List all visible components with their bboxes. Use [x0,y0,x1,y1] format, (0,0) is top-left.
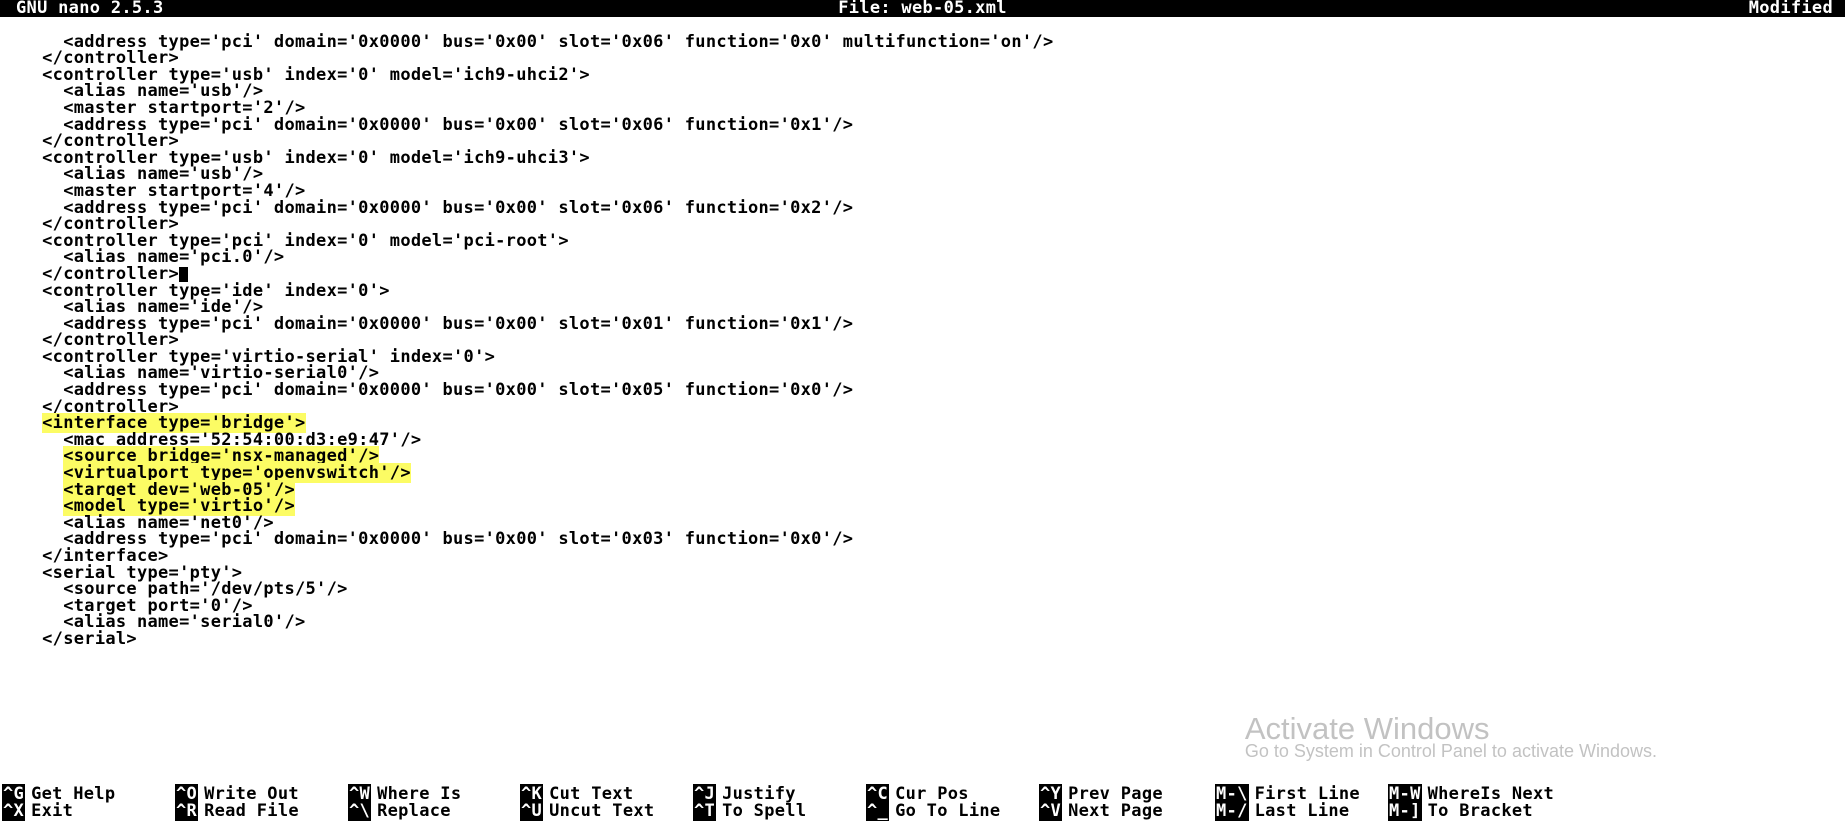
editor-line: <address type='pci' domain='0x0000' bus=… [0,316,1845,333]
shortcut-key: ^V [1039,801,1062,821]
editor-line: <address type='pci' domain='0x0000' bus=… [0,200,1845,217]
help-shortcut: ^XExit [2,803,73,820]
editor-viewport[interactable]: <address type='pci' domain='0x0000' bus=… [0,17,1845,648]
editor-line: <model type='virtio'/> [0,498,1845,515]
help-shortcut: ^UUncut Text [520,803,654,820]
help-bar: ^GGet Help^OWrite Out^WWhere Is^KCut Tex… [0,786,1845,820]
shortcut-label: Last Line [1249,801,1350,821]
editor-line: <address type='pci' domain='0x0000' bus=… [0,117,1845,134]
shortcut-label: To Bracket [1422,801,1533,821]
file-name: File: web-05.xml [838,0,1007,17]
editor-line: <address type='pci' domain='0x0000' bus=… [0,531,1845,548]
shortcut-key: ^_ [866,801,889,821]
modified-status: Modified [1749,0,1833,17]
shortcut-label: Go To Line [889,801,1000,821]
editor-line: <source path='/dev/pts/5'/> [0,581,1845,598]
help-shortcut: M-/Last Line [1215,803,1349,820]
editor-line: <address type='pci' domain='0x0000' bus=… [0,382,1845,399]
help-shortcut: ^\Replace [348,803,451,820]
editor-line: <controller type='usb' index='0' model='… [0,67,1845,84]
windows-activation-watermark: Activate Windows Go to System in Control… [1245,721,1657,760]
editor-line: <alias name='serial0'/> [0,614,1845,631]
editor-line: <controller type='usb' index='0' model='… [0,150,1845,167]
help-shortcut: ^RRead File [175,803,299,820]
editor-line: </serial> [0,631,1845,648]
shortcut-label: Next Page [1062,801,1163,821]
shortcut-key: M-/ [1215,801,1249,821]
text-cursor [179,267,188,282]
shortcut-label: To Spell [716,801,806,821]
editor-line: </controller> [0,266,1845,283]
shortcut-key: ^R [175,801,198,821]
shortcut-key: ^T [693,801,716,821]
editor-line: <alias name='pci.0'/> [0,249,1845,266]
watermark-sub: Go to System in Control Panel to activat… [1245,743,1657,760]
app-name: GNU nano 2.5.3 [16,0,164,17]
shortcut-label: Read File [198,801,299,821]
shortcut-label: Replace [371,801,451,821]
help-shortcut: ^VNext Page [1039,803,1163,820]
shortcut-key: ^\ [348,801,371,821]
shortcut-key: M-] [1388,801,1422,821]
editor-line: <address type='pci' domain='0x0000' bus=… [0,34,1845,51]
editor-line: </interface> [0,548,1845,565]
help-shortcut: ^TTo Spell [693,803,806,820]
watermark-title: Activate Windows [1245,721,1657,738]
editor-line: <controller type='ide' index='0'> [0,283,1845,300]
shortcut-key: ^U [520,801,543,821]
help-shortcut: M-]To Bracket [1388,803,1533,820]
shortcut-label: Exit [25,801,73,821]
shortcut-label: Uncut Text [543,801,654,821]
help-shortcut: ^_Go To Line [866,803,1000,820]
shortcut-key: ^X [2,801,25,821]
nano-titlebar: GNU nano 2.5.3 File: web-05.xml Modified [0,0,1845,17]
